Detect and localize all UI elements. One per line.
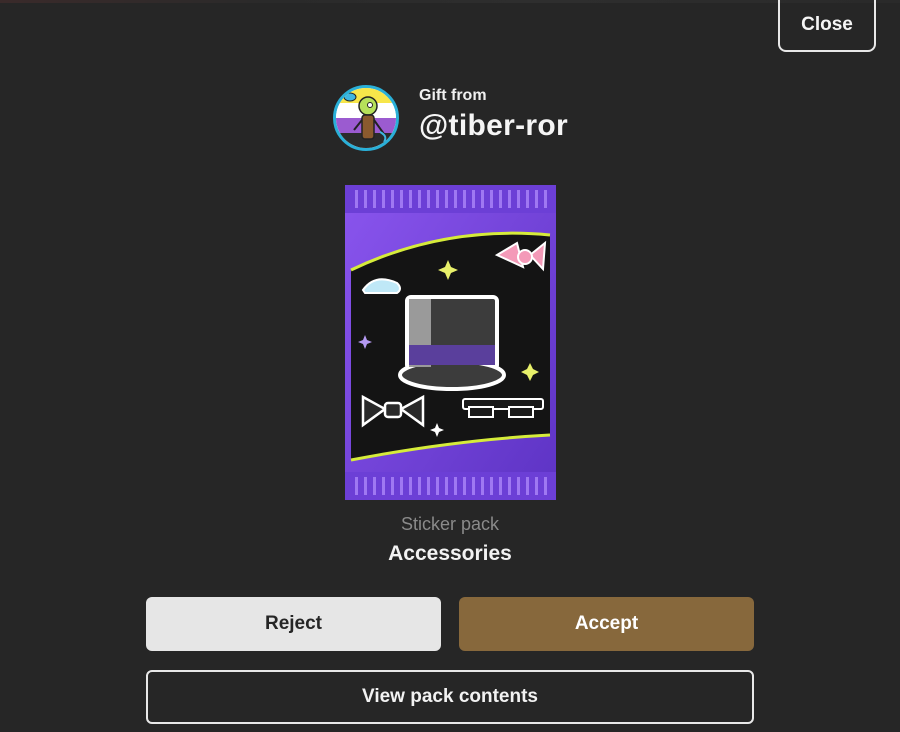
avatar-image <box>336 88 396 148</box>
close-button[interactable]: Close <box>778 0 876 52</box>
reject-button[interactable]: Reject <box>146 597 441 651</box>
pack-type-label: Sticker pack <box>400 514 500 534</box>
view-pack-contents-button[interactable]: View pack contents <box>146 670 754 724</box>
pack-name: Accessories <box>388 542 512 565</box>
top-edge <box>0 0 900 3</box>
gift-from-label: Gift from <box>419 87 487 104</box>
gift-sender: Gift from @tiber-ror <box>333 84 568 152</box>
sender-username[interactable]: @tiber-ror <box>419 109 568 143</box>
accept-button[interactable]: Accept <box>459 597 754 651</box>
sticker-pack-icon[interactable] <box>345 185 556 500</box>
sticker-pack-illustration <box>345 185 556 500</box>
user-avatar-icon[interactable] <box>333 85 399 151</box>
